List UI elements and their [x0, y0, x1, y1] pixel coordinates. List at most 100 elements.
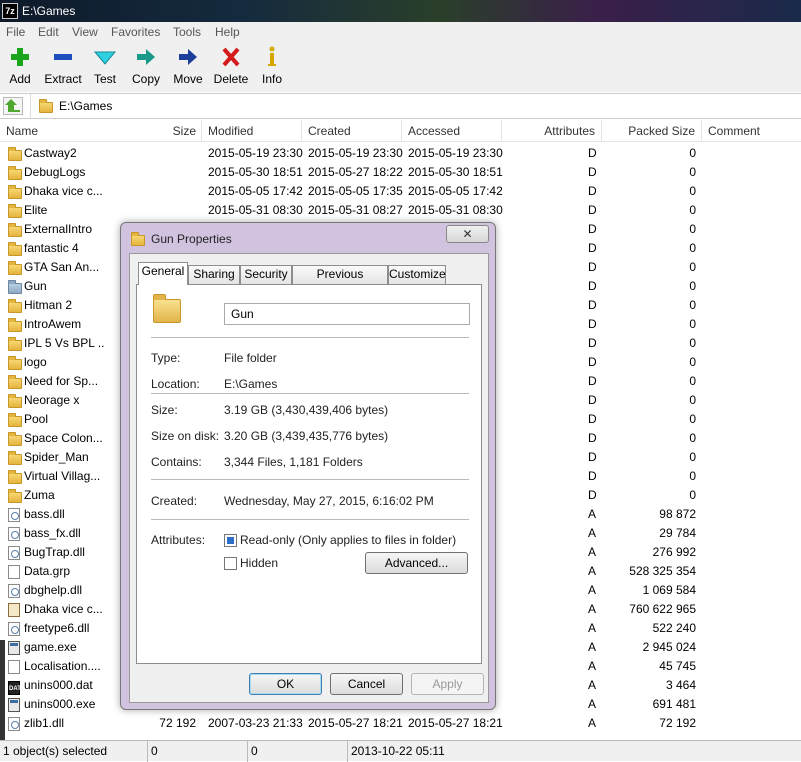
table-row[interactable]: zlib1.dll 72 192 2007-03-23 21:33 2015-05-2… — [0, 714, 801, 733]
tab-security[interactable]: Security — [240, 265, 292, 284]
column-packed-size[interactable]: Packed Size — [602, 120, 702, 142]
cell-accessed: 2015-05-30 18:51 — [408, 165, 503, 179]
up-folder-button[interactable] — [3, 97, 23, 115]
folder-icon — [153, 294, 181, 323]
hidden-checkbox[interactable] — [224, 557, 237, 570]
tab-customize[interactable]: Customize — [388, 265, 446, 284]
menu-tools[interactable]: Tools — [173, 25, 201, 39]
cell-packed-size: 45 745 — [659, 659, 696, 673]
cell-created: 2015-05-27 18:21 — [308, 716, 403, 730]
column-created[interactable]: Created — [302, 120, 402, 142]
status-size: 0 — [148, 741, 248, 762]
divider — [151, 393, 469, 394]
info-button[interactable]: Info — [259, 44, 285, 86]
divider — [151, 519, 469, 520]
cell-name: Elite — [24, 203, 48, 217]
exe-file-icon — [8, 641, 20, 658]
folder-icon — [8, 432, 22, 449]
folder-icon — [39, 99, 53, 113]
menu-view[interactable]: View — [72, 25, 98, 39]
cell-name: Pool — [24, 412, 49, 426]
menu-favorites[interactable]: Favorites — [111, 25, 160, 39]
cell-name: Gun — [24, 279, 47, 293]
window-title: E:\Games — [22, 4, 76, 18]
dll-file-icon — [8, 717, 20, 734]
cell-attributes: A — [588, 659, 597, 673]
test-button[interactable]: Test — [90, 44, 120, 86]
cell-attributes: A — [588, 564, 597, 578]
dll-file-icon — [8, 527, 20, 544]
cell-name: Dhaka vice c... — [24, 184, 103, 198]
info-label: Info — [261, 72, 282, 86]
cell-attributes: A — [588, 526, 597, 540]
hidden-label: Hidden — [240, 556, 279, 570]
folder-icon — [8, 242, 22, 259]
menu-edit[interactable]: Edit — [38, 25, 59, 39]
cell-packed-size: 0 — [689, 431, 696, 445]
tab-sharing[interactable]: Sharing — [188, 265, 240, 284]
menu-file[interactable]: File — [6, 25, 25, 39]
folder-icon — [8, 280, 22, 297]
address-input[interactable]: E:\Games — [30, 94, 801, 118]
status-packed: 0 — [248, 741, 348, 762]
size-value: 3.19 GB (3,430,439,406 bytes) — [224, 403, 389, 417]
cell-name: freetype6.dll — [24, 621, 90, 635]
column-size[interactable]: Size — [140, 120, 202, 142]
cell-name: ExternalIntro — [24, 222, 93, 236]
folder-icon — [8, 147, 22, 164]
tab-previous-versions[interactable]: Previous Versions — [292, 265, 388, 298]
apply-button[interactable]: Apply — [411, 673, 484, 695]
column-attributes[interactable]: Attributes — [502, 120, 602, 142]
ok-button[interactable]: OK — [249, 673, 322, 695]
cell-name: logo — [24, 355, 47, 369]
cell-packed-size: 0 — [689, 279, 696, 293]
plus-icon — [11, 48, 29, 66]
table-row[interactable]: DebugLogs 2015-05-30 18:51 2015-05-27 18:2… — [0, 163, 801, 182]
extract-button[interactable]: Extract — [44, 44, 82, 86]
divider — [151, 337, 469, 338]
title-bar: 7z E:\Games — [0, 0, 801, 22]
cell-modified: 2007-03-23 21:33 — [208, 716, 303, 730]
dll-file-icon — [8, 546, 20, 563]
cell-name: fantastic 4 — [24, 241, 79, 255]
folder-icon — [8, 337, 22, 354]
folder-name-field[interactable]: Gun — [224, 303, 470, 325]
cell-name: Need for Sp... — [24, 374, 99, 388]
table-row[interactable]: Dhaka vice c... 2015-05-05 17:42 2015-05-0… — [0, 182, 801, 201]
delete-button[interactable]: Delete — [213, 44, 249, 86]
column-modified[interactable]: Modified — [202, 120, 302, 142]
move-button[interactable]: Move — [172, 44, 204, 86]
tab-general[interactable]: General — [138, 262, 188, 285]
table-row[interactable]: Castway2 2015-05-19 23:30 2015-05-19 23:30… — [0, 144, 801, 163]
copy-button[interactable]: Copy — [130, 44, 162, 86]
column-accessed[interactable]: Accessed — [402, 120, 502, 142]
cell-accessed: 2015-05-31 08:30 — [408, 203, 503, 217]
toolbar: Add Extract Test Copy Move Delete Info — [0, 42, 801, 92]
cell-name: Dhaka vice c... — [24, 602, 103, 616]
cancel-button[interactable]: Cancel — [330, 673, 403, 695]
readonly-checkbox[interactable] — [224, 534, 237, 547]
close-button[interactable]: ✕ — [446, 225, 489, 243]
status-date: 2013-10-22 05:11 — [351, 744, 445, 758]
cell-name: Neorage x — [24, 393, 80, 407]
cell-packed-size: 0 — [689, 241, 696, 255]
cell-packed-size: 72 192 — [659, 716, 696, 730]
cell-attributes: A — [588, 716, 597, 730]
cell-packed-size: 3 464 — [665, 678, 696, 692]
column-comment[interactable]: Comment — [702, 120, 801, 142]
advanced-button[interactable]: Advanced... — [365, 552, 468, 574]
folder-icon — [8, 451, 22, 468]
minus-icon — [54, 54, 72, 60]
properties-dialog: Gun Properties ✕ General Sharing Securit… — [120, 222, 496, 710]
cell-packed-size: 0 — [689, 298, 696, 312]
address-bar: E:\Games — [0, 93, 801, 119]
status-selection: 1 object(s) selected — [0, 741, 148, 762]
cell-name: IntroAwem — [24, 317, 82, 331]
menu-help[interactable]: Help — [215, 25, 240, 39]
info-icon — [268, 46, 276, 66]
cell-attributes: A — [588, 583, 597, 597]
table-row[interactable]: Elite 2015-05-31 08:30 2015-05-31 08:27 201… — [0, 201, 801, 220]
add-button[interactable]: Add — [6, 44, 34, 86]
folder-icon — [8, 318, 22, 335]
folder-icon — [8, 375, 22, 392]
